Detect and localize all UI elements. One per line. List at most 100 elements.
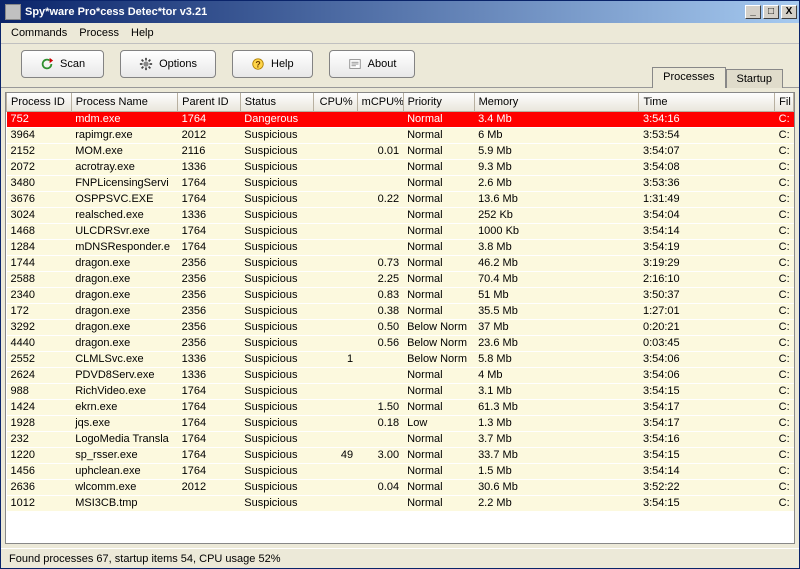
cell-status: Suspicious	[240, 383, 313, 399]
process-table-scroll[interactable]: Process ID Process Name Parent ID Status…	[6, 93, 794, 543]
table-row[interactable]: 3480FNPLicensingServi1764SuspiciousNorma…	[7, 175, 794, 191]
cell-priority: Below Norm	[403, 319, 474, 335]
table-row[interactable]: 752mdm.exe1764DangerousNormal3.4 Mb3:54:…	[7, 111, 794, 127]
minimize-button[interactable]: _	[745, 5, 761, 19]
col-process-id[interactable]: Process ID	[7, 93, 72, 111]
cell-file: C:	[775, 463, 794, 479]
cell-mcpu	[357, 223, 403, 239]
cell-cpu	[313, 287, 357, 303]
scan-button[interactable]: Scan	[21, 50, 104, 78]
cell-file: C:	[775, 335, 794, 351]
about-button[interactable]: About	[329, 50, 416, 78]
cell-priority: Normal	[403, 303, 474, 319]
close-button[interactable]: X	[781, 5, 797, 19]
table-row[interactable]: 2552CLMLSvc.exe1336Suspicious1Below Norm…	[7, 351, 794, 367]
cell-cpu	[313, 479, 357, 495]
table-row[interactable]: 2624PDVD8Serv.exe1336SuspiciousNormal4 M…	[7, 367, 794, 383]
cell-time: 3:54:07	[639, 143, 775, 159]
cell-memory: 4 Mb	[474, 367, 639, 383]
col-status[interactable]: Status	[240, 93, 313, 111]
cell-name: realsched.exe	[71, 207, 177, 223]
about-icon	[348, 57, 362, 71]
cell-mcpu	[357, 351, 403, 367]
cell-memory: 30.6 Mb	[474, 479, 639, 495]
help-button[interactable]: ? Help	[232, 50, 313, 78]
table-row[interactable]: 1424ekrn.exe1764Suspicious1.50Normal61.3…	[7, 399, 794, 415]
cell-time: 3:54:04	[639, 207, 775, 223]
menu-process[interactable]: Process	[75, 25, 127, 41]
table-row[interactable]: 232LogoMedia Transla1764SuspiciousNormal…	[7, 431, 794, 447]
cell-priority: Normal	[403, 175, 474, 191]
cell-priority: Normal	[403, 223, 474, 239]
cell-time: 0:03:45	[639, 335, 775, 351]
table-row[interactable]: 1468ULCDRSvr.exe1764SuspiciousNormal1000…	[7, 223, 794, 239]
col-process-name[interactable]: Process Name	[71, 93, 177, 111]
cell-priority: Normal	[403, 287, 474, 303]
table-row[interactable]: 4440dragon.exe2356Suspicious0.56Below No…	[7, 335, 794, 351]
table-row[interactable]: 2152MOM.exe2116Suspicious0.01Normal5.9 M…	[7, 143, 794, 159]
cell-status: Suspicious	[240, 303, 313, 319]
cell-cpu	[313, 143, 357, 159]
options-button[interactable]: Options	[120, 50, 216, 78]
cell-file: C:	[775, 351, 794, 367]
cell-time: 3:54:19	[639, 239, 775, 255]
cell-parent: 1336	[178, 207, 241, 223]
table-row[interactable]: 2636wlcomm.exe2012Suspicious0.04Normal30…	[7, 479, 794, 495]
cell-status: Suspicious	[240, 271, 313, 287]
tab-startup[interactable]: Startup	[726, 69, 783, 88]
cell-file: C:	[775, 399, 794, 415]
table-row[interactable]: 1220sp_rsser.exe1764Suspicious493.00Norm…	[7, 447, 794, 463]
scan-label: Scan	[60, 58, 85, 70]
cell-file: C:	[775, 175, 794, 191]
cell-status: Suspicious	[240, 255, 313, 271]
cell-pid: 1456	[7, 463, 72, 479]
cell-name: FNPLicensingServi	[71, 175, 177, 191]
cell-name: MSI3CB.tmp	[71, 495, 177, 511]
cell-file: C:	[775, 479, 794, 495]
cell-memory: 33.7 Mb	[474, 447, 639, 463]
maximize-button[interactable]: □	[763, 5, 779, 19]
table-row[interactable]: 3964rapimgr.exe2012SuspiciousNormal6 Mb3…	[7, 127, 794, 143]
table-row[interactable]: 1928jqs.exe1764Suspicious0.18Low1.3 Mb3:…	[7, 415, 794, 431]
tab-processes[interactable]: Processes	[652, 67, 725, 88]
cell-status: Suspicious	[240, 175, 313, 191]
col-cpu[interactable]: CPU%	[313, 93, 357, 111]
table-row[interactable]: 2340dragon.exe2356Suspicious0.83Normal51…	[7, 287, 794, 303]
table-row[interactable]: 2588dragon.exe2356Suspicious2.25Normal70…	[7, 271, 794, 287]
table-row[interactable]: 1456uphclean.exe1764SuspiciousNormal1.5 …	[7, 463, 794, 479]
cell-cpu: 1	[313, 351, 357, 367]
cell-cpu	[313, 223, 357, 239]
table-row[interactable]: 3292dragon.exe2356Suspicious0.50Below No…	[7, 319, 794, 335]
table-row[interactable]: 1744dragon.exe2356Suspicious0.73Normal46…	[7, 255, 794, 271]
cell-parent: 1764	[178, 383, 241, 399]
cell-mcpu	[357, 383, 403, 399]
menu-commands[interactable]: Commands	[7, 25, 75, 41]
table-row[interactable]: 3676OSPPSVC.EXE1764Suspicious0.22Normal1…	[7, 191, 794, 207]
table-row[interactable]: 3024realsched.exe1336SuspiciousNormal252…	[7, 207, 794, 223]
cell-status: Suspicious	[240, 479, 313, 495]
cell-pid: 1012	[7, 495, 72, 511]
cell-time: 3:54:06	[639, 367, 775, 383]
cell-priority: Normal	[403, 239, 474, 255]
table-row[interactable]: 172dragon.exe2356Suspicious0.38Normal35.…	[7, 303, 794, 319]
cell-file: C:	[775, 367, 794, 383]
cell-cpu	[313, 303, 357, 319]
help-icon: ?	[251, 57, 265, 71]
cell-time: 3:54:16	[639, 111, 775, 127]
cell-cpu	[313, 111, 357, 127]
table-row[interactable]: 1284mDNSResponder.e1764SuspiciousNormal3…	[7, 239, 794, 255]
table-row[interactable]: 2072acrotray.exe1336SuspiciousNormal9.3 …	[7, 159, 794, 175]
col-time[interactable]: Time	[639, 93, 775, 111]
cell-mcpu: 0.83	[357, 287, 403, 303]
cell-cpu	[313, 335, 357, 351]
col-file[interactable]: Fil	[775, 93, 794, 111]
col-memory[interactable]: Memory	[474, 93, 639, 111]
col-mcpu[interactable]: mCPU%	[357, 93, 403, 111]
cell-cpu	[313, 383, 357, 399]
table-row[interactable]: 988RichVideo.exe1764SuspiciousNormal3.1 …	[7, 383, 794, 399]
cell-priority: Normal	[403, 399, 474, 415]
col-priority[interactable]: Priority	[403, 93, 474, 111]
menu-help[interactable]: Help	[127, 25, 162, 41]
col-parent-id[interactable]: Parent ID	[178, 93, 241, 111]
table-row[interactable]: 1012MSI3CB.tmpSuspiciousNormal2.2 Mb3:54…	[7, 495, 794, 511]
